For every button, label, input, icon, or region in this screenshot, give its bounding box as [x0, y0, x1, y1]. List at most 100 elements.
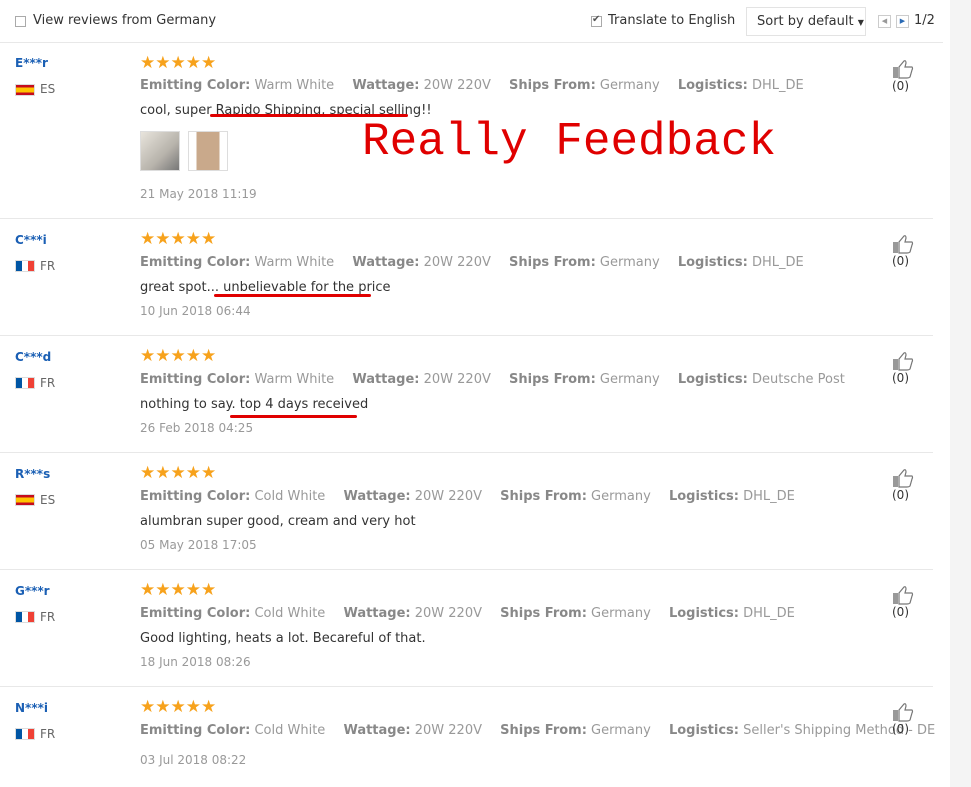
reviewer-name[interactable]: C***d [15, 350, 51, 364]
wattage-value: 20W 220V [414, 606, 482, 621]
highlight-underline [214, 294, 371, 297]
spain-flag-icon [15, 494, 35, 506]
next-page-button[interactable]: ▶ [896, 15, 909, 28]
country-code: ES [40, 493, 56, 507]
thumbs-up-icon [893, 703, 914, 722]
wattage-label: Wattage: [352, 255, 420, 270]
logistics-label: Logistics: [668, 606, 739, 621]
review-text: great spot... unbelievable for the price [140, 280, 391, 295]
color-label: Emitting Color: [140, 606, 251, 621]
wattage-label: Wattage: [352, 372, 420, 387]
ships-label: Ships From: [509, 255, 596, 270]
helpful-button[interactable]: (0) [892, 351, 933, 385]
country-code: FR [40, 259, 56, 273]
review-attributes: Emitting Color: Warm White Wattage: 20W … [140, 372, 845, 387]
country-code: FR [40, 610, 56, 624]
wattage-label: Wattage: [343, 723, 411, 738]
ships-label: Ships From: [500, 489, 587, 504]
color-label: Emitting Color: [140, 255, 251, 270]
france-flag-icon [15, 377, 35, 389]
wattage-value: 20W 220V [423, 78, 491, 93]
page-indicator: 1/2 [914, 13, 935, 28]
helpful-button[interactable]: (0) [892, 702, 933, 736]
logistics-value: DHL_DE [743, 489, 795, 504]
prev-page-button[interactable]: ◀ [878, 15, 891, 28]
color-value: Warm White [254, 372, 335, 387]
wattage-value: 20W 220V [423, 255, 491, 270]
review-photo-thumbnail[interactable] [188, 131, 228, 171]
view-germany-checkbox[interactable] [15, 16, 26, 27]
wattage-value: 20W 220V [414, 489, 482, 504]
reviewer-name[interactable]: R***s [15, 467, 50, 481]
review-date: 05 May 2018 17:05 [140, 538, 257, 552]
thumbs-up-icon [893, 235, 914, 254]
logistics-label: Logistics: [677, 372, 748, 387]
color-value: Cold White [254, 489, 326, 504]
star-rating: ★★★★★ [140, 346, 217, 366]
review-attributes: Emitting Color: Cold White Wattage: 20W … [140, 723, 935, 738]
ships-label: Ships From: [500, 606, 587, 621]
france-flag-icon [15, 728, 35, 740]
wattage-label: Wattage: [352, 78, 420, 93]
country-code: FR [40, 376, 56, 390]
reviewer-name[interactable]: G***r [15, 584, 50, 598]
ships-label: Ships From: [509, 78, 596, 93]
sort-dropdown[interactable]: Sort by default ▼ [746, 7, 866, 36]
color-value: Warm White [254, 255, 335, 270]
ships-value: Germany [599, 372, 660, 387]
star-rating: ★★★★★ [140, 229, 217, 249]
france-flag-icon [15, 611, 35, 623]
color-value: Warm White [254, 78, 335, 93]
chevron-down-icon: ▼ [857, 18, 864, 27]
sort-dropdown-label: Sort by default [757, 14, 854, 29]
helpful-count: (0) [892, 254, 909, 268]
country-code: FR [40, 727, 56, 741]
helpful-count: (0) [892, 371, 909, 385]
ships-value: Germany [591, 489, 651, 504]
scrollbar[interactable] [950, 0, 971, 787]
thumbs-up-icon [893, 352, 914, 371]
color-label: Emitting Color: [140, 372, 251, 387]
review-date: 03 Jul 2018 08:22 [140, 753, 247, 767]
helpful-button[interactable]: (0) [892, 468, 933, 502]
reviewer-name[interactable]: E***r [15, 56, 48, 70]
logistics-label: Logistics: [677, 78, 748, 93]
ships-value: Germany [591, 723, 651, 738]
thumbs-up-icon [893, 469, 914, 488]
translate-checkbox[interactable] [591, 14, 602, 27]
wattage-value: 20W 220V [423, 372, 491, 387]
translate-label[interactable]: Translate to English [608, 13, 735, 28]
ships-label: Ships From: [509, 372, 596, 387]
wattage-label: Wattage: [343, 606, 411, 621]
france-flag-icon [15, 260, 35, 272]
reviewer-name[interactable]: N***i [15, 701, 48, 715]
star-rating: ★★★★★ [140, 53, 217, 73]
review-attributes: Emitting Color: Cold White Wattage: 20W … [140, 489, 795, 504]
view-germany-label[interactable]: View reviews from Germany [33, 13, 216, 28]
star-rating: ★★★★★ [140, 580, 217, 600]
review-item: G***r FR ★★★★★ Emitting Color: Cold Whit… [0, 569, 933, 687]
review-item: C***d FR ★★★★★ Emitting Color: Warm Whit… [0, 335, 933, 453]
helpful-button[interactable]: (0) [892, 585, 933, 619]
color-value: Cold White [254, 723, 326, 738]
helpful-button[interactable]: (0) [892, 59, 933, 93]
logistics-value: DHL_DE [752, 78, 804, 93]
helpful-button[interactable]: (0) [892, 234, 933, 268]
highlight-underline [230, 415, 357, 418]
review-item: N***i FR ★★★★★ Emitting Color: Cold Whit… [0, 686, 935, 787]
reviewer-name[interactable]: C***i [15, 233, 47, 247]
review-date: 26 Feb 2018 04:25 [140, 421, 254, 435]
star-rating: ★★★★★ [140, 697, 217, 717]
helpful-count: (0) [892, 488, 909, 502]
thumbs-up-icon [893, 60, 914, 79]
logistics-label: Logistics: [668, 723, 739, 738]
helpful-count: (0) [892, 79, 909, 93]
review-photo-thumbnail[interactable] [140, 131, 180, 171]
logistics-value: DHL_DE [752, 255, 804, 270]
review-text: nothing to say. top 4 days received [140, 397, 369, 412]
helpful-count: (0) [892, 722, 909, 736]
ships-value: Germany [599, 255, 660, 270]
review-attributes: Emitting Color: Cold White Wattage: 20W … [140, 606, 795, 621]
review-date: 21 May 2018 11:19 [140, 187, 257, 201]
logistics-value: DHL_DE [743, 606, 795, 621]
